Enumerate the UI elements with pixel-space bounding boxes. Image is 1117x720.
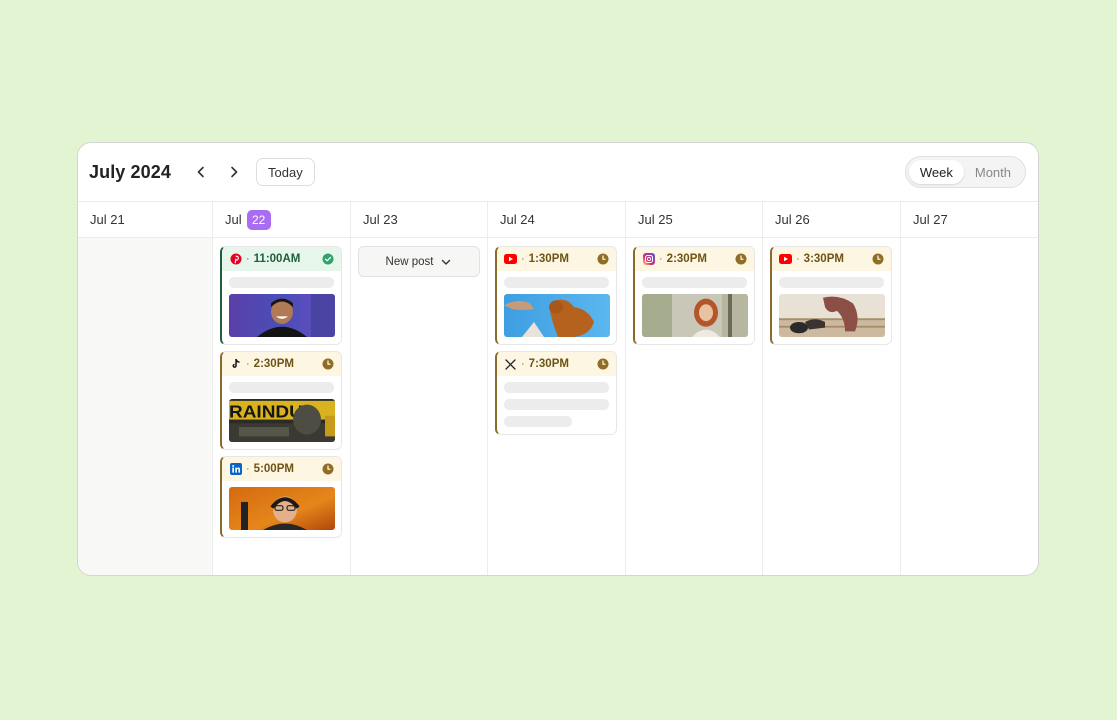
day-header-row: Jul 21 Jul 22 Jul 23 Jul 24 Jul 25 Jul 26… — [78, 202, 1038, 238]
post-card[interactable]: · 11:00AM — [220, 246, 342, 345]
post-time: 11:00AM — [253, 253, 301, 265]
view-toggle: Week Month — [904, 156, 1026, 188]
day-column-jul-26[interactable]: · 3:30PM — [763, 238, 901, 575]
caption-placeholder — [504, 416, 572, 427]
day-header-today: Jul 22 — [213, 202, 351, 237]
today-badge: 22 — [246, 209, 271, 230]
post-card[interactable]: · 2:30PM — [633, 246, 755, 345]
today-button[interactable]: Today — [256, 158, 315, 186]
day-header: Jul 24 — [488, 202, 626, 237]
caption-placeholder — [229, 382, 334, 393]
youtube-icon — [779, 253, 792, 266]
caption-placeholder — [229, 277, 334, 288]
day-label: Jul 21 — [90, 212, 125, 227]
post-thumbnail — [229, 294, 335, 337]
day-header: Jul 26 — [763, 202, 901, 237]
post-thumbnail: RAINDU — [229, 399, 335, 442]
clock-icon — [322, 358, 334, 370]
day-column-jul-22[interactable]: · 11:00AM · 2:30PM RAINDU · 5:00PM — [213, 238, 351, 575]
clock-icon — [322, 463, 334, 475]
calendar-toolbar: July 2024 Today Week Month — [78, 143, 1038, 202]
day-header: Jul 27 — [901, 202, 1037, 237]
day-label: Jul 24 — [500, 212, 535, 227]
day-label: Jul 27 — [913, 212, 948, 227]
day-header: Jul 25 — [626, 202, 763, 237]
post-thumbnail — [642, 294, 748, 337]
day-label: Jul 26 — [775, 212, 810, 227]
pinterest-icon — [229, 253, 242, 266]
post-card-header: · 2:30PM — [222, 352, 341, 376]
separator-dot: · — [521, 358, 525, 370]
separator-dot: · — [521, 253, 525, 265]
new-post-button[interactable]: New post — [358, 246, 480, 277]
day-column-jul-23[interactable]: New post — [351, 238, 488, 575]
post-card[interactable]: · 7:30PM — [495, 351, 617, 435]
separator-dot: · — [796, 253, 800, 265]
post-card-header: · 1:30PM — [497, 247, 616, 271]
view-month-button[interactable]: Month — [964, 160, 1022, 184]
day-column-jul-24[interactable]: · 1:30PM · 7:30PM — [488, 238, 626, 575]
calendar-panel: July 2024 Today Week Month Jul 21 Jul 22 … — [77, 142, 1039, 576]
chevron-right-icon — [231, 166, 238, 178]
view-week-button[interactable]: Week — [908, 160, 964, 184]
tiktok-icon — [229, 358, 242, 371]
post-card-header: · 2:30PM — [635, 247, 754, 271]
x-icon — [504, 358, 517, 371]
caption-placeholder — [504, 277, 609, 288]
page-title: July 2024 — [89, 161, 171, 182]
separator-dot: · — [246, 463, 250, 475]
caption-placeholder — [642, 277, 747, 288]
chevron-down-icon — [442, 259, 451, 265]
post-card-header: · 5:00PM — [222, 457, 341, 481]
clock-icon — [597, 253, 609, 265]
day-label: Jul 25 — [638, 212, 673, 227]
caption-placeholder — [504, 399, 609, 410]
day-label: Jul — [225, 212, 242, 227]
post-card-header: · 3:30PM — [772, 247, 891, 271]
separator-dot: · — [246, 253, 250, 265]
caption-placeholder — [504, 382, 609, 393]
post-time: 7:30PM — [528, 358, 569, 370]
new-post-label: New post — [385, 255, 434, 268]
post-time: 5:00PM — [253, 463, 294, 475]
clock-icon — [872, 253, 884, 265]
post-card-header: · 7:30PM — [497, 352, 616, 376]
youtube-icon — [504, 253, 517, 266]
post-card[interactable]: · 1:30PM — [495, 246, 617, 345]
svg-text:RAINDU: RAINDU — [229, 401, 303, 421]
previous-week-button[interactable] — [185, 156, 217, 188]
caption-placeholder — [779, 277, 884, 288]
separator-dot: · — [246, 358, 250, 370]
post-thumbnail — [229, 487, 335, 530]
day-label: Jul 23 — [363, 212, 398, 227]
clock-icon — [597, 358, 609, 370]
instagram-icon — [642, 253, 655, 266]
post-thumbnail — [504, 294, 610, 337]
next-week-button[interactable] — [218, 156, 250, 188]
day-column-jul-25[interactable]: · 2:30PM — [626, 238, 763, 575]
day-header: Jul 21 — [78, 202, 213, 237]
week-grid: · 11:00AM · 2:30PM RAINDU · 5:00PM New p… — [78, 238, 1038, 575]
post-time: 1:30PM — [528, 253, 569, 265]
published-check-icon — [322, 253, 334, 265]
day-column-jul-21[interactable] — [78, 238, 213, 575]
post-card[interactable]: · 3:30PM — [770, 246, 892, 345]
clock-icon — [735, 253, 747, 265]
post-time: 2:30PM — [253, 358, 294, 370]
separator-dot: · — [659, 253, 663, 265]
post-thumbnail — [779, 294, 885, 337]
day-column-jul-27[interactable] — [901, 238, 1037, 575]
day-header: Jul 23 — [351, 202, 488, 237]
post-card-header: · 11:00AM — [222, 247, 341, 271]
chevron-left-icon — [197, 166, 204, 178]
post-time: 2:30PM — [666, 253, 707, 265]
post-card[interactable]: · 2:30PM RAINDU — [220, 351, 342, 450]
post-card[interactable]: · 5:00PM — [220, 456, 342, 538]
linkedin-icon — [229, 463, 242, 476]
post-time: 3:30PM — [803, 253, 844, 265]
